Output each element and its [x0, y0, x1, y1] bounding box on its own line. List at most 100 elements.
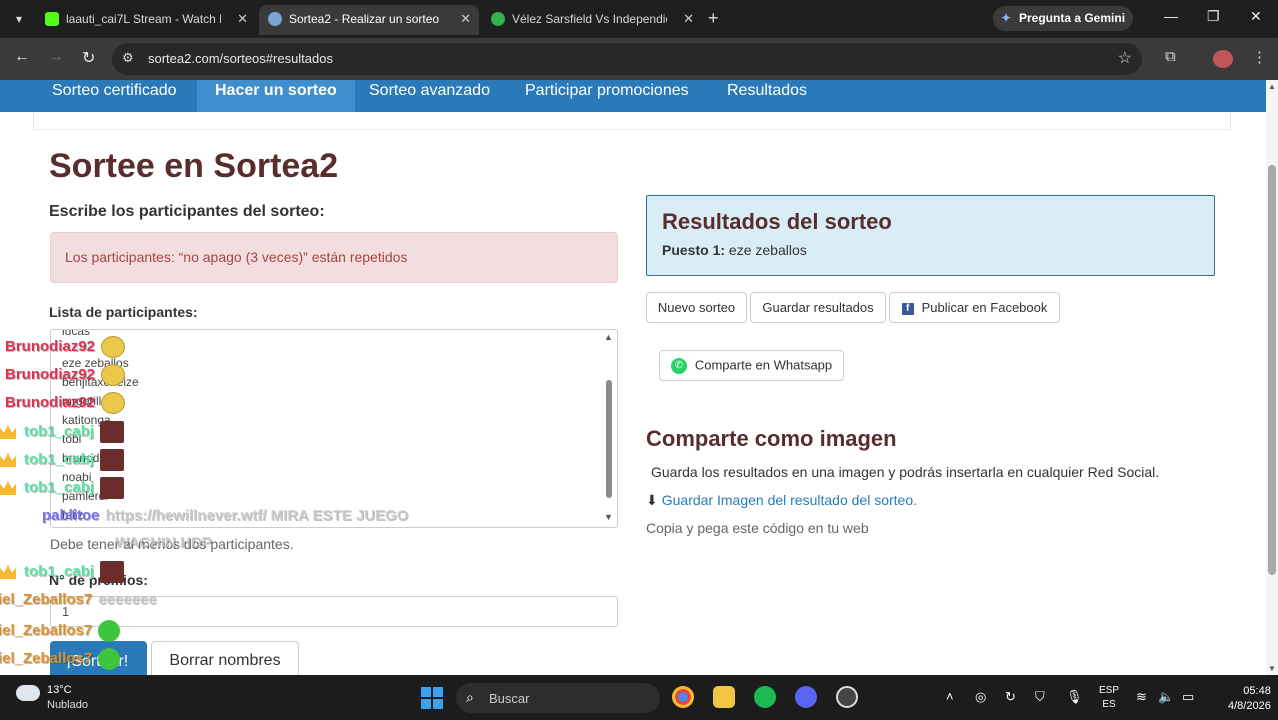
chat-message: iel_Zeballos7: [0, 648, 121, 670]
profile-avatar[interactable]: [1213, 50, 1233, 68]
reload-icon[interactable]: ↻: [82, 48, 95, 68]
crown-badge-icon: [0, 425, 16, 439]
volume-icon[interactable]: 🔈: [1158, 689, 1174, 705]
chat-username: pablitoe: [42, 507, 100, 524]
participants-textarea[interactable]: lucas eze zeballos benjitaxeneize mrgori…: [50, 329, 618, 528]
clear-names-button[interactable]: Borrar nombres: [151, 641, 299, 675]
chat-username: tob1_cabj: [24, 450, 95, 468]
microphone-icon[interactable]: 🎙: [1066, 689, 1083, 705]
battery-icon[interactable]: ▭: [1182, 689, 1194, 705]
system-clock[interactable]: 05:48 4/8/2026: [1228, 684, 1271, 714]
chat-username: tob1_cabj: [24, 422, 95, 440]
gemini-button[interactable]: ✦ Pregunta a Gemini: [993, 6, 1133, 31]
chat-username: Brunodiaz92: [5, 365, 96, 383]
textarea-scroll-thumb[interactable]: [606, 380, 612, 498]
whatsapp-label: Comparte en Whatsapp: [694, 357, 833, 373]
chat-message: iel_Zeballos7: [0, 620, 121, 642]
place-label: Puesto 1:: [662, 242, 726, 258]
new-tab-icon[interactable]: +: [708, 8, 719, 28]
chevron-up-icon[interactable]: ˄: [946, 689, 954, 704]
site-info-icon[interactable]: ⚙: [122, 50, 134, 66]
windows-start-icon[interactable]: [421, 687, 443, 709]
tab-stream[interactable]: laauti_cai7L Stream - Watch Live ✕: [36, 5, 256, 35]
restore-icon[interactable]: ❐: [1207, 8, 1220, 25]
whatsapp-share-button[interactable]: ✆ Comparte en Whatsapp: [659, 350, 844, 381]
extensions-icon[interactable]: ⧉: [1165, 48, 1176, 65]
forward-icon[interactable]: →: [48, 48, 64, 66]
address-bar[interactable]: ⚙ sortea2.com/sorteos#resultados ☆: [112, 43, 1142, 75]
tab-search-icon[interactable]: ▾: [8, 8, 30, 30]
minimize-icon[interactable]: —: [1164, 8, 1178, 24]
duplicate-alert: Los participantes: “no apago (3 veces)” …: [50, 232, 618, 283]
face-emote-icon: [100, 561, 125, 583]
windows-taskbar: 13°C Nublado ⌕ Buscar ˄ ◎ ↻ ⛉ 🎙 ESP ES ≋…: [0, 675, 1278, 720]
copy-code-text: Copia y pega este código en tu web: [646, 520, 869, 536]
chat-message: tob1_cabj: [0, 561, 125, 583]
weather-description[interactable]: Nublado: [47, 699, 88, 711]
kick-icon: [45, 12, 59, 26]
share-image-heading: Comparte como imagen: [646, 426, 897, 451]
menu-kebab-icon[interactable]: ⋮: [1252, 48, 1267, 66]
close-tab-icon[interactable]: ✕: [460, 5, 471, 33]
weather-temperature[interactable]: 13°C: [47, 684, 72, 696]
bookmark-star-icon[interactable]: ☆: [1118, 48, 1132, 68]
page-title: Sortee en Sortea2: [49, 147, 339, 185]
tray-app-icon[interactable]: ◎: [975, 689, 986, 705]
app-taskbar-icon[interactable]: [836, 686, 858, 708]
new-draw-button[interactable]: Nuevo sorteo: [646, 292, 747, 323]
chat-text: https://hewillnever.wtf/ MIRA ESTE JUEGO: [105, 507, 409, 524]
chat-text: WACHIN HDP: [115, 534, 212, 551]
sortea2-favicon-icon: [268, 12, 282, 26]
chat-message: Brunodiaz92: [5, 392, 126, 414]
sync-icon[interactable]: ↻: [1005, 689, 1016, 705]
clock-date: 4/8/2026: [1228, 700, 1271, 712]
facebook-label: Publicar en Facebook: [921, 300, 1048, 315]
scroll-up-icon[interactable]: ▲: [604, 332, 613, 342]
close-tab-icon[interactable]: ✕: [683, 5, 694, 33]
save-results-button[interactable]: Guardar resultados: [750, 292, 886, 323]
tab-sortea2[interactable]: Sortea2 - Realizar un sorteo ✕: [259, 5, 479, 35]
nav-sorteo-certificado[interactable]: Sorteo certificado: [34, 80, 195, 112]
facebook-share-button[interactable]: f Publicar en Facebook: [889, 292, 1060, 323]
results-panel: Resultados del sorteo Puesto 1: eze zeba…: [646, 195, 1215, 276]
page-viewport: Sorteo certificado Hacer un sorteo Sorte…: [0, 80, 1266, 675]
back-icon[interactable]: ←: [14, 48, 30, 66]
laugh-emote-icon: [101, 336, 126, 358]
facebook-icon: f: [901, 302, 914, 315]
tab-velez[interactable]: Vélez Sarsfield Vs Independiente ✕: [482, 5, 702, 35]
discord-icon[interactable]: [795, 686, 817, 708]
language-code: ESP: [1099, 685, 1120, 696]
security-shield-icon[interactable]: ⛉: [1035, 689, 1045, 705]
scroll-down-icon[interactable]: ▼: [604, 512, 613, 522]
results-heading: Resultados del sorteo: [662, 209, 892, 234]
url-text[interactable]: sortea2.com/sorteos#resultados: [148, 51, 333, 66]
chat-text: eeeeeee: [98, 591, 157, 608]
chrome-taskbar-icon[interactable]: [672, 686, 694, 708]
nav-participar-promociones[interactable]: Participar promociones: [507, 80, 707, 112]
page-scroll-up-icon[interactable]: ▲: [1268, 82, 1276, 91]
chat-username: tob1_cabj: [24, 562, 95, 580]
container-border: [33, 112, 1231, 130]
nav-sorteo-avanzado[interactable]: Sorteo avanzado: [351, 80, 508, 112]
page-scrollbar[interactable]: ▲ ▼: [1266, 80, 1278, 675]
download-image-link[interactable]: ⬇ Guardar Imagen del resultado del sorteo…: [646, 492, 917, 509]
close-window-icon[interactable]: ✕: [1250, 8, 1262, 25]
spotify-icon[interactable]: [754, 686, 776, 708]
crown-badge-icon: [0, 565, 16, 579]
pepe-emote-icon: [98, 620, 121, 642]
wifi-icon[interactable]: ≋: [1136, 689, 1147, 705]
tab-title: Sortea2 - Realizar un sorteo: [289, 12, 440, 26]
cloud-icon[interactable]: [16, 685, 40, 701]
clock-time: 05:48: [1243, 685, 1271, 697]
download-link-text[interactable]: Guardar Imagen del resultado del sorteo.: [662, 492, 917, 508]
site-navbar: Sorteo certificado Hacer un sorteo Sorte…: [0, 80, 1266, 112]
nav-resultados[interactable]: Resultados: [709, 80, 825, 112]
language-indicator[interactable]: ESP ES: [1099, 684, 1119, 712]
textarea-scrollbar[interactable]: ▲ ▼: [603, 332, 615, 522]
page-scroll-down-icon[interactable]: ▼: [1268, 664, 1276, 673]
nav-hacer-sorteo[interactable]: Hacer un sorteo: [197, 80, 355, 112]
taskbar-search[interactable]: ⌕ Buscar: [456, 683, 660, 713]
close-tab-icon[interactable]: ✕: [237, 5, 248, 33]
file-explorer-icon[interactable]: [713, 686, 735, 708]
page-scroll-thumb[interactable]: [1268, 165, 1276, 575]
